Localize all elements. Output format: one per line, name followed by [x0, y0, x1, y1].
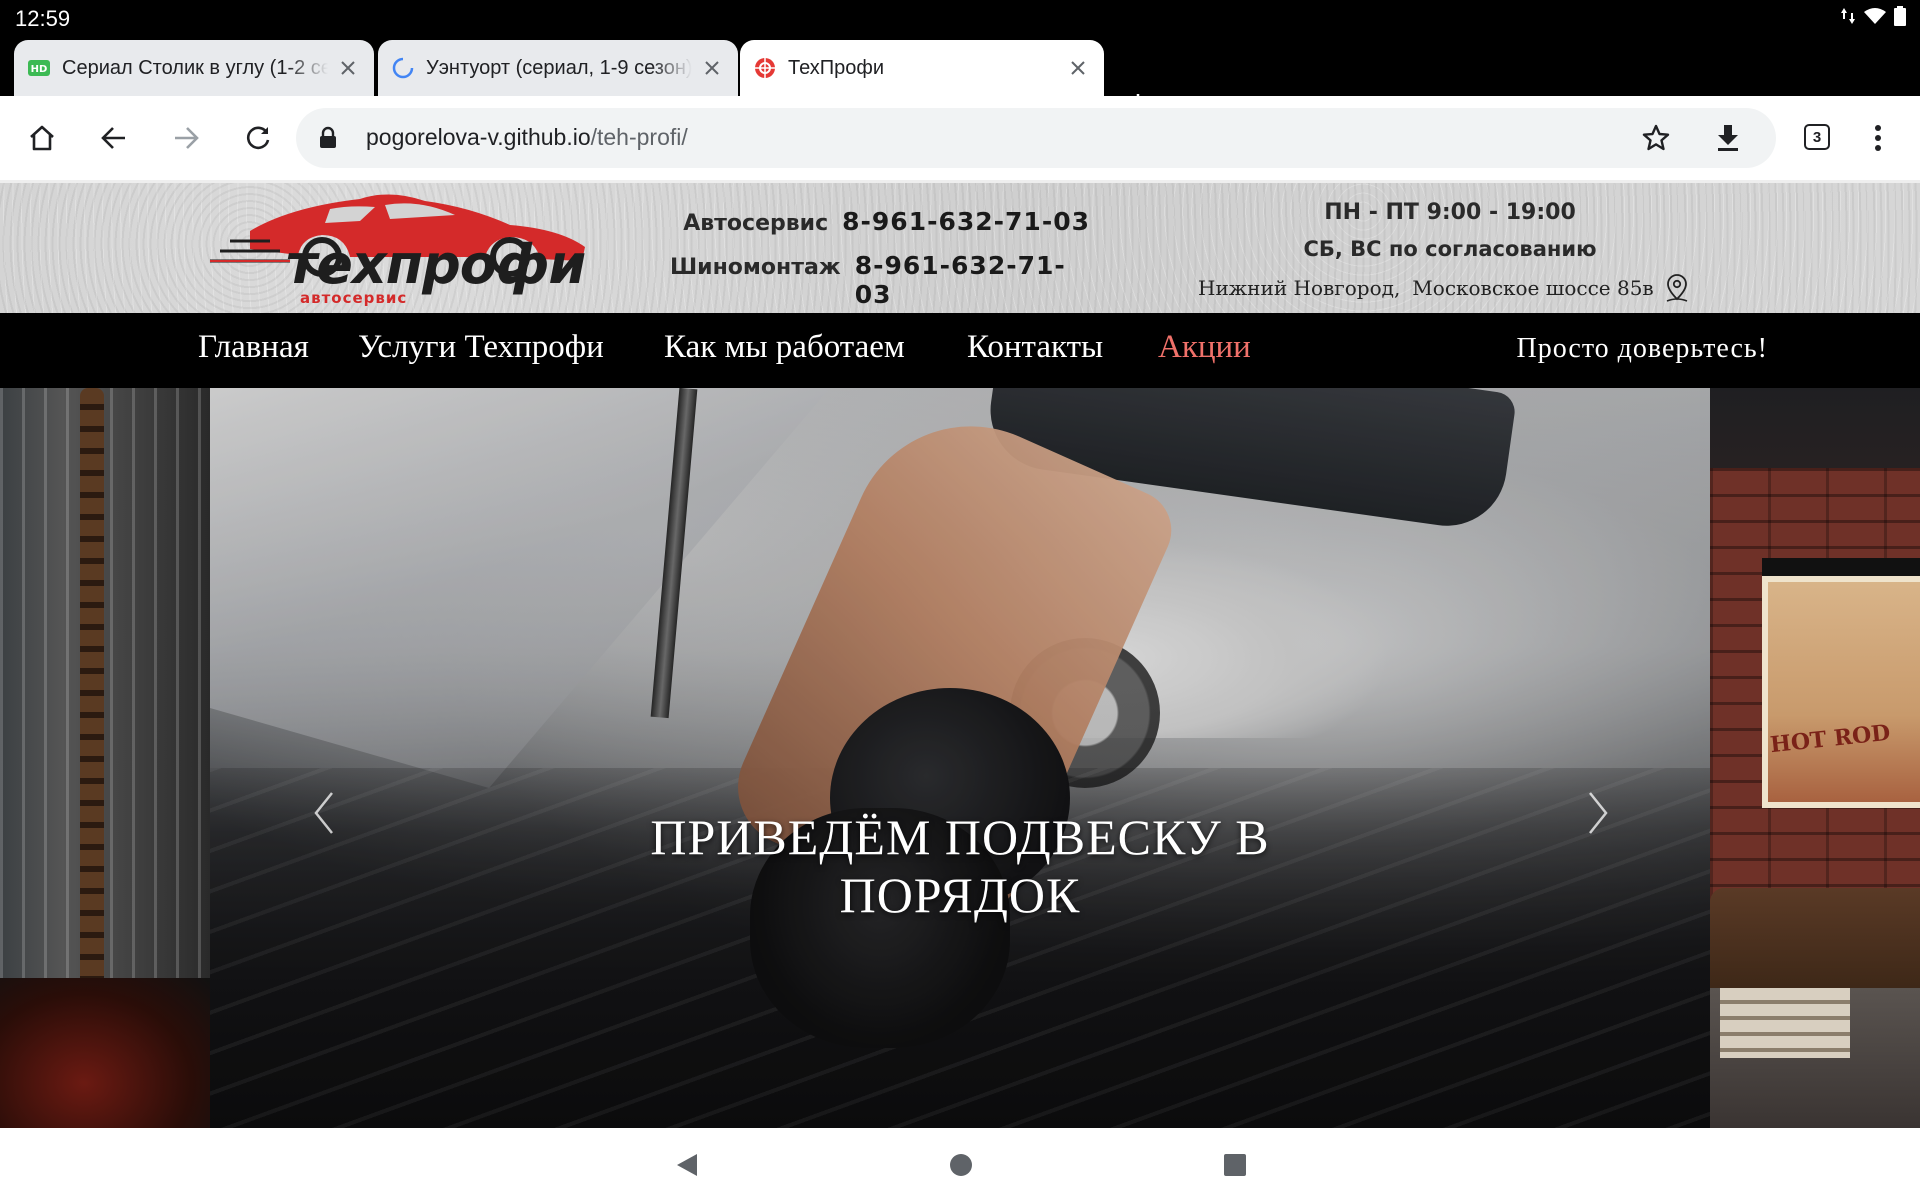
tab-serial-stolik[interactable]: HD Сериал Столик в углу (1-2 сезон) — [14, 40, 374, 96]
carousel-prev-button[interactable] — [304, 783, 344, 843]
battery-icon — [1894, 6, 1906, 30]
square-recents-icon — [1224, 1154, 1246, 1176]
slide-overlay — [210, 388, 1710, 1128]
system-back-button[interactable] — [672, 1150, 702, 1180]
leather-sofa — [1710, 888, 1920, 998]
caption-line-1: ПРИВЕДЁМ ПОДВЕСКУ В — [650, 809, 1270, 865]
url-host: pogorelova-v.github.io — [366, 124, 591, 150]
lock-icon[interactable] — [316, 126, 340, 150]
bookmark-button[interactable] — [1632, 114, 1680, 162]
site-favicon-icon — [754, 57, 776, 79]
home-button[interactable] — [18, 114, 66, 162]
home-icon — [30, 125, 54, 151]
reload-button[interactable] — [234, 114, 282, 162]
slogan: Просто доверьтесь! — [1516, 333, 1768, 364]
reload-icon — [247, 126, 270, 150]
nav-how-we-work[interactable]: Как мы работаем — [664, 329, 905, 366]
circle-home-icon — [950, 1154, 972, 1176]
tab-title: Уэнтуорт (сериал, 1-9 сезон) — [426, 56, 692, 79]
arrow-left-icon — [101, 127, 125, 149]
url-text[interactable]: pogorelova-v.github.io/teh-profi/ — [366, 124, 688, 151]
tab-strip: HD Сериал Столик в углу (1-2 сезон) Уэнт… — [0, 36, 1920, 114]
contact-tire-service: Шиномонтаж 8-961-632-71-03 — [670, 251, 1090, 309]
chevron-right-icon — [1589, 792, 1608, 834]
hd-icon: HD — [28, 57, 50, 79]
forward-button[interactable] — [162, 114, 210, 162]
tab-switcher-button[interactable]: 3 — [1804, 124, 1830, 150]
hero-carousel: HOT ROD ПРИВЕДЁМ ПОДВЕСКУ В ПОРЯДОК — [0, 388, 1920, 1128]
close-tab-icon[interactable] — [1066, 56, 1090, 80]
tab-title: Сериал Столик в углу (1-2 сезон) — [62, 56, 328, 79]
nav-services[interactable]: Услуги Техпрофи — [358, 329, 604, 366]
download-icon — [1718, 125, 1738, 151]
system-nav-bar — [0, 1128, 1920, 1200]
nav-home[interactable]: Главная — [198, 329, 309, 366]
loading-spinner-icon — [392, 57, 414, 79]
svg-text:HD: HD — [31, 64, 48, 75]
tab-wentworth[interactable]: Уэнтуорт (сериал, 1-9 сезон) — [378, 40, 738, 96]
status-bar: 12:59 — [0, 0, 1920, 36]
pallet-table — [1720, 988, 1850, 1058]
map-pin-icon[interactable] — [1664, 273, 1690, 303]
contact-autoservice: Автосервис 8-961-632-71-03 — [670, 207, 1090, 251]
status-time: 12:59 — [15, 6, 71, 31]
download-button[interactable] — [1704, 114, 1752, 162]
caption-line-2: ПОРЯДОК — [839, 867, 1081, 923]
hours-weekdays: ПН - ПТ 9:00 - 19:00 — [1324, 200, 1576, 225]
close-tab-icon[interactable] — [700, 56, 724, 80]
wifi-icon — [1864, 7, 1886, 29]
motorcycle — [0, 978, 210, 1128]
hours-weekend: СБ, ВС по согласованию — [1303, 237, 1597, 261]
phone-link[interactable]: 8-961-632-71-03 — [842, 207, 1090, 236]
contact-label: Автосервис — [683, 211, 829, 236]
working-hours: ПН - ПТ 9:00 - 19:00 СБ, ВС по согласова… — [1180, 195, 1720, 267]
tab-tehprofi[interactable]: ТехПрофи — [740, 40, 1104, 96]
tab-title: ТехПрофи — [788, 56, 885, 79]
system-home-button[interactable] — [946, 1150, 976, 1180]
address[interactable]: Нижний Новгород, Московское шоссе 85в — [1198, 273, 1690, 303]
prev-slide-preview[interactable] — [0, 388, 210, 1128]
address-city: Нижний Новгород, — [1198, 276, 1401, 300]
carousel-next-button[interactable] — [1578, 783, 1618, 843]
contact-label: Шиномонтаж — [670, 255, 841, 280]
site-logo[interactable]: техпрофи автосервис — [210, 187, 600, 311]
triangle-back-icon — [677, 1154, 697, 1176]
chevron-left-icon — [314, 792, 333, 834]
star-icon — [1642, 124, 1670, 151]
address-street: Московское шоссе 85в — [1412, 276, 1654, 300]
arrow-right-icon — [175, 127, 199, 149]
logo-subtitle: автосервис — [300, 289, 408, 307]
nav-promotions[interactable]: Акции — [1158, 329, 1251, 366]
slide-caption: ПРИВЕДЁМ ПОДВЕСКУ В ПОРЯДОК — [210, 808, 1710, 924]
url-path: /teh-profi/ — [590, 124, 688, 150]
close-tab-icon[interactable] — [336, 56, 360, 80]
active-slide-image — [210, 388, 1710, 1128]
more-vert-icon — [1875, 125, 1881, 151]
menu-button[interactable] — [1854, 114, 1902, 162]
site-header: техпрофи автосервис Автосервис 8-961-632… — [0, 180, 1920, 313]
next-slide-preview[interactable]: HOT ROD — [1710, 388, 1920, 1128]
data-arrows-icon — [1840, 6, 1856, 30]
phone-link[interactable]: 8-961-632-71-03 — [855, 251, 1090, 309]
nav-contacts[interactable]: Контакты — [967, 329, 1103, 366]
contacts-block: Автосервис 8-961-632-71-03 Шиномонтаж 8-… — [670, 207, 1090, 309]
back-button[interactable] — [90, 114, 138, 162]
address-bar[interactable]: pogorelova-v.github.io/teh-profi/ — [296, 108, 1776, 168]
logo-wordmark: техпрофи — [286, 233, 586, 296]
main-nav: Главная Услуги Техпрофи Как мы работаем … — [0, 313, 1920, 388]
browser-toolbar: pogorelova-v.github.io/teh-profi/ 3 — [0, 96, 1920, 180]
poster-text: HOT ROD — [1768, 719, 1892, 759]
system-recents-button[interactable] — [1220, 1150, 1250, 1180]
pinup-poster: HOT ROD — [1762, 558, 1920, 808]
system-icons — [1840, 6, 1906, 30]
